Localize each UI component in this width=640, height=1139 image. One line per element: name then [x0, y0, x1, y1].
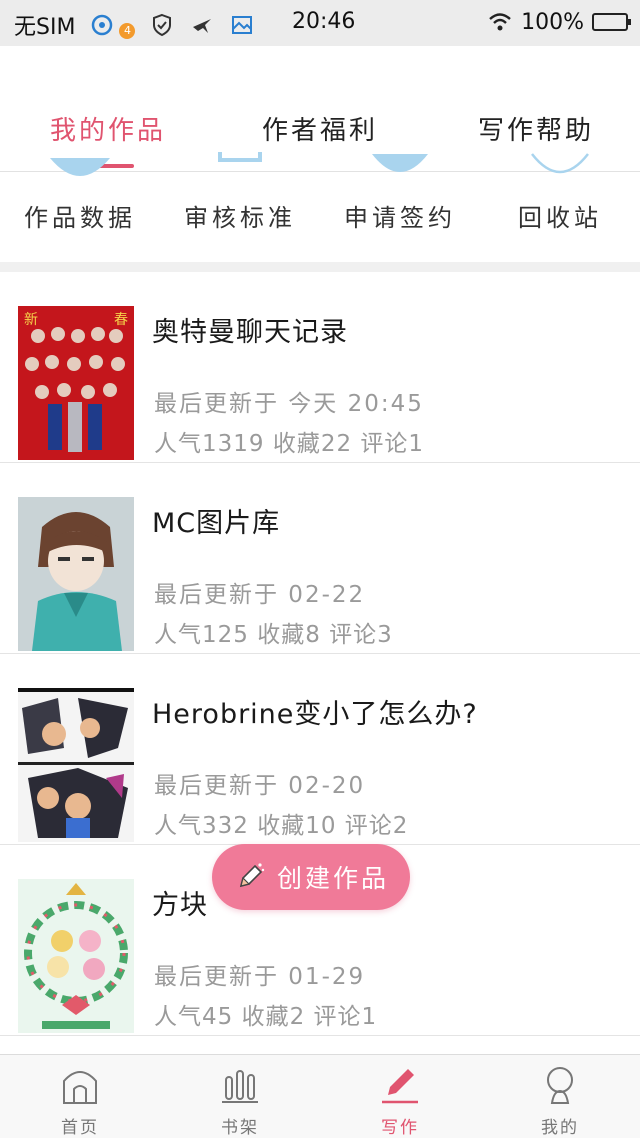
work-stats: 人气1319 收藏22 评论1: [154, 431, 425, 457]
work-stats: 人气332 收藏10 评论2: [154, 813, 409, 839]
shortcut-label: 审核标准: [184, 204, 296, 232]
section-divider: [0, 262, 640, 272]
pen-icon: [382, 1069, 418, 1104]
battery-icon: [592, 13, 631, 31]
airplane-icon: [189, 12, 215, 38]
wifi-icon: [487, 9, 513, 35]
clock: 20:46: [292, 9, 356, 34]
work-title: 方块: [152, 890, 208, 921]
create-work-button[interactable]: 创建作品: [212, 844, 410, 910]
cover-image: [18, 497, 134, 651]
tab-writing-help[interactable]: 写作帮助: [446, 110, 626, 147]
work-stats: 人气45 收藏2 评论1: [154, 1004, 378, 1030]
nav-label: 首页: [61, 1118, 99, 1138]
shortcut-label: 作品数据: [24, 204, 136, 232]
document-icon: [218, 152, 262, 162]
status-bar: 无SIM 4 20:46 100%: [0, 0, 640, 46]
chart-icon: [50, 158, 110, 176]
cover-image: [18, 688, 134, 842]
shortcut-work-data[interactable]: 作品数据: [0, 158, 160, 262]
work-title: MC图片库: [152, 508, 281, 539]
trash-icon: [531, 153, 589, 174]
work-updated: 最后更新于 02-22: [154, 582, 366, 608]
tab-my-works[interactable]: 我的作品: [18, 110, 198, 147]
shortcut-recycle-bin[interactable]: 回收站: [480, 153, 640, 262]
notification-badge: 4: [119, 23, 136, 39]
list-item[interactable]: Herobrine变小了怎么办? 最后更新于 02-20 人气332 收藏10 …: [0, 654, 640, 845]
shortcut-review-standards[interactable]: 审核标准: [160, 152, 320, 262]
svg-text:新: 新: [24, 312, 38, 328]
shortcut-row: 作品数据 审核标准 申请签约 回收站: [0, 152, 640, 262]
home-icon: [63, 1071, 97, 1104]
list-item[interactable]: MC图片库 最后更新于 02-22 人气125 收藏8 评论3: [0, 463, 640, 654]
shortcut-label: 回收站: [518, 204, 602, 232]
bottom-nav: 首页 书架 写作 我的: [0, 1054, 640, 1138]
list-item[interactable]: 新 春 奥特曼聊天记录 最后更新于 今天 20:45 人气1319 收藏22 评…: [0, 272, 640, 463]
work-stats: 人气125 收藏8 评论3: [154, 622, 393, 648]
svg-text:春: 春: [114, 312, 128, 328]
profile-icon: [547, 1067, 573, 1104]
contract-icon: [372, 154, 428, 172]
nav-label: 写作: [381, 1118, 419, 1138]
nav-label: 书架: [221, 1118, 259, 1138]
shield-icon: [149, 12, 175, 38]
pencil-icon: [239, 863, 265, 888]
work-updated: 最后更新于 今天 20:45: [154, 391, 424, 417]
work-updated: 最后更新于 02-20: [154, 773, 366, 799]
work-updated: 最后更新于 01-29: [154, 964, 366, 990]
shortcut-label: 申请签约: [344, 204, 456, 232]
image-icon: [229, 12, 255, 38]
work-title: 奥特曼聊天记录: [152, 317, 348, 348]
carrier-label: 无SIM: [14, 15, 76, 40]
work-title: Herobrine变小了怎么办?: [152, 699, 478, 730]
nav-profile[interactable]: 我的: [480, 1055, 640, 1139]
bookshelf-icon: [222, 1070, 258, 1103]
battery-percent: 100%: [521, 9, 584, 35]
nav-write[interactable]: 写作: [320, 1055, 480, 1139]
cover-image: [18, 879, 134, 1033]
cover-image: 新 春: [18, 306, 134, 460]
nav-label: 我的: [541, 1118, 579, 1138]
nav-bookshelf[interactable]: 书架: [160, 1055, 320, 1139]
create-work-label: 创建作品: [276, 864, 389, 893]
notification-app-icon: [89, 12, 115, 38]
shortcut-apply-contract[interactable]: 申请签约: [320, 154, 480, 262]
nav-home[interactable]: 首页: [0, 1055, 160, 1139]
tab-author-benefits[interactable]: 作者福利: [230, 110, 410, 147]
